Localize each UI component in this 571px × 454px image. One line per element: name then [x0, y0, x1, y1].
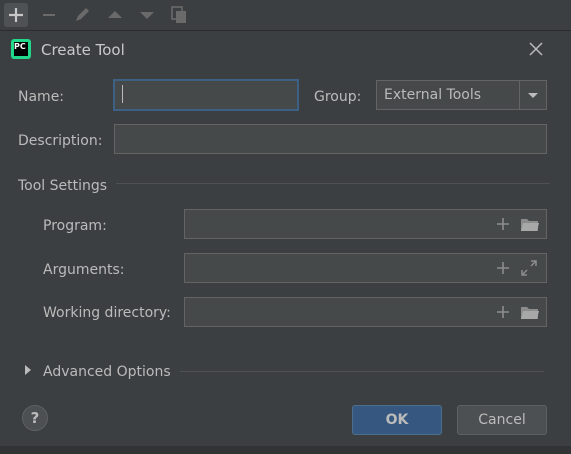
create-tool-dialog: PC Create Tool Name: Group: External Too…	[0, 30, 571, 446]
program-label: Program:	[43, 218, 107, 234]
group-select-value: External Tools	[384, 87, 482, 103]
add-button[interactable]	[4, 3, 28, 27]
browse-program-button[interactable]	[520, 215, 540, 233]
working-directory-input[interactable]	[184, 297, 547, 327]
close-icon	[529, 42, 543, 56]
edit-icon	[76, 8, 89, 21]
copy-button[interactable]	[167, 3, 191, 27]
remove-icon	[43, 14, 55, 16]
remove-button[interactable]	[37, 3, 61, 27]
chevron-down-icon	[528, 93, 538, 98]
group-label: Group:	[314, 89, 362, 105]
group-select-arrow[interactable]	[519, 81, 546, 109]
advanced-options-separator	[180, 371, 544, 372]
expand-icon	[521, 260, 537, 276]
add-icon	[9, 8, 23, 22]
name-input[interactable]	[113, 79, 299, 111]
folder-icon	[521, 307, 539, 319]
name-label: Name:	[18, 89, 65, 105]
working-directory-label: Working directory:	[43, 305, 171, 321]
move-down-button[interactable]	[135, 3, 159, 27]
description-label: Description:	[18, 133, 103, 149]
plus-icon	[497, 218, 509, 230]
tools-toolbar	[0, 0, 571, 30]
advanced-options-label: Advanced Options	[43, 364, 171, 380]
move-down-icon	[140, 12, 154, 19]
plus-icon	[497, 306, 509, 318]
program-input[interactable]	[184, 209, 547, 239]
pycharm-logo-text: PC	[14, 42, 28, 56]
move-up-button[interactable]	[103, 3, 127, 27]
browse-directory-button[interactable]	[520, 303, 540, 321]
help-button[interactable]: ?	[22, 405, 48, 431]
expand-arrow-icon	[25, 365, 31, 375]
arguments-input[interactable]	[184, 253, 547, 283]
insert-macro-button[interactable]	[494, 303, 512, 321]
folder-icon	[521, 219, 539, 231]
insert-macro-button[interactable]	[494, 259, 512, 277]
insert-macro-button[interactable]	[494, 215, 512, 233]
ok-button[interactable]: OK	[352, 405, 442, 435]
edit-button[interactable]	[70, 3, 94, 27]
arguments-label: Arguments:	[43, 262, 125, 278]
move-up-icon	[108, 11, 122, 18]
group-select[interactable]: External Tools	[376, 80, 547, 110]
pycharm-app-icon: PC	[11, 39, 31, 59]
cancel-button[interactable]: Cancel	[457, 405, 547, 435]
window-bottom-edge	[0, 446, 571, 454]
dialog-title: Create Tool	[41, 41, 125, 59]
plus-icon	[497, 262, 509, 274]
close-button[interactable]	[526, 39, 546, 59]
text-caret	[122, 85, 123, 103]
copy-icon	[171, 6, 186, 23]
tool-settings-separator	[116, 183, 550, 184]
tool-settings-heading: Tool Settings	[18, 178, 108, 194]
description-input[interactable]	[114, 124, 547, 154]
advanced-options-toggle[interactable]: Advanced Options	[20, 361, 180, 381]
expand-arguments-button[interactable]	[520, 259, 538, 277]
